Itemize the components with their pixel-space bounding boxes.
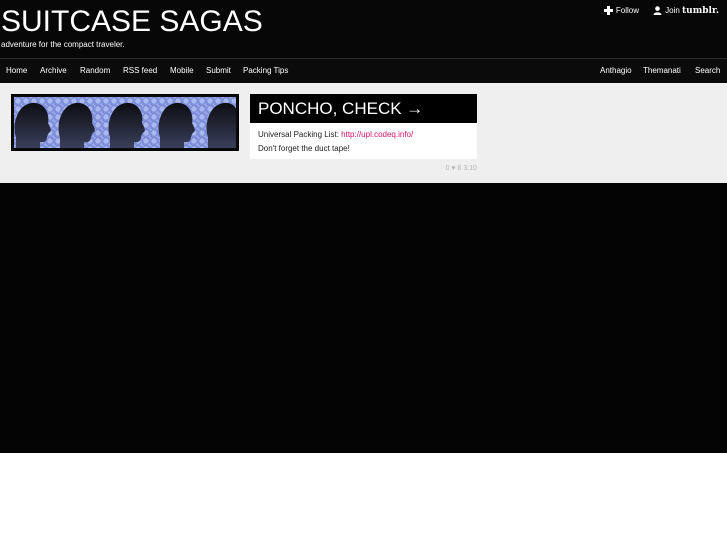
- nav-mobile[interactable]: Mobile: [170, 59, 194, 83]
- tumblr-logo: tumblr.: [682, 6, 719, 16]
- post-line-2: Don't forget the duct tape!: [258, 144, 350, 153]
- nav-themanati[interactable]: Themanati: [643, 59, 681, 83]
- post-link[interactable]: http://upl.codeq.info/: [341, 130, 413, 139]
- nav-submit[interactable]: Submit: [206, 59, 231, 83]
- nav-search[interactable]: Search: [695, 59, 720, 83]
- user-icon: [653, 6, 662, 16]
- plus-icon: [603, 6, 613, 16]
- nav-packing-tips[interactable]: Packing Tips: [243, 59, 288, 83]
- join-tumblr-button[interactable]: Join tumblr.: [653, 4, 719, 18]
- notes-count[interactable]: 0: [446, 165, 450, 172]
- nav-random[interactable]: Random: [80, 59, 110, 83]
- follow-button[interactable]: Follow: [603, 4, 639, 18]
- post-timestamp[interactable]: 8 3:10: [458, 165, 477, 172]
- post-body: Universal Packing List: http://upl.codeq…: [250, 123, 477, 159]
- dark-background-area: [0, 183, 727, 453]
- main-nav: Home Archive Random RSS feed Mobile Subm…: [0, 58, 727, 84]
- post-line-1-text: Universal Packing List:: [258, 130, 342, 139]
- post-card: PONCHO, CHECK → Universal Packing List: …: [250, 94, 477, 159]
- follow-label: Follow: [615, 6, 639, 15]
- blog-banner-image: [11, 94, 239, 151]
- join-label: Join: [665, 6, 680, 15]
- nav-rss-feed[interactable]: RSS feed: [123, 59, 157, 83]
- heart-icon[interactable]: ♥: [451, 165, 455, 172]
- blog-tagline: adventure for the compact traveler.: [1, 40, 125, 49]
- post-title-link[interactable]: PONCHO, CHECK →: [250, 94, 477, 123]
- blog-title[interactable]: SUITCASE SAGAS: [1, 2, 263, 42]
- nav-anthagio[interactable]: Anthagio: [600, 59, 632, 83]
- nav-archive[interactable]: Archive: [40, 59, 67, 83]
- post-line-1: Universal Packing List: http://upl.codeq…: [258, 128, 469, 142]
- silhouettes-pattern-image: [14, 97, 236, 148]
- nav-home[interactable]: Home: [6, 59, 27, 83]
- post-meta: 0 ♥ 8 3:10: [420, 165, 477, 172]
